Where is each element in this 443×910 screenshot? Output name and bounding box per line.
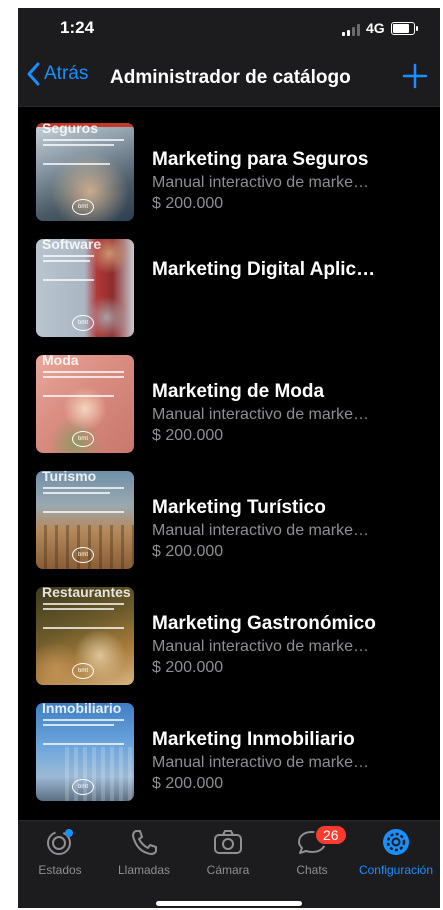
item-texts: Marketing Digital Aplic…: [152, 259, 432, 281]
item-texts: Marketing para Seguros Manual interactiv…: [152, 149, 432, 213]
thumb-title: Moda: [42, 355, 79, 368]
network-type: 4G: [366, 20, 385, 36]
catalog-item-moda[interactable]: Moda bmt Marketing de Moda Manual intera…: [18, 339, 440, 455]
item-description: Manual interactivo de marke…: [152, 406, 369, 423]
tab-camara[interactable]: Cámara: [186, 827, 270, 881]
tab-label: Configuración: [358, 863, 434, 877]
product-thumbnail: Software bmt: [36, 239, 134, 337]
home-indicator[interactable]: [156, 901, 302, 906]
tab-chats[interactable]: 26 Chats: [270, 824, 354, 881]
tab-llamadas[interactable]: Llamadas: [102, 827, 186, 881]
tab-configuracion[interactable]: Configuración: [354, 827, 438, 881]
item-texts: Marketing de Moda Manual interactivo de …: [152, 381, 432, 445]
item-name: Marketing Turístico: [152, 497, 326, 518]
item-name: Marketing Inmobiliario: [152, 729, 355, 750]
page-title: Administrador de catálogo: [110, 67, 351, 88]
item-description: Manual interactivo de marke…: [152, 754, 369, 771]
plus-icon[interactable]: [402, 63, 428, 89]
item-description: Manual interactivo de marke…: [152, 522, 369, 539]
back-label: Atrás: [44, 63, 89, 84]
product-thumbnail: Restaurantes bmt: [36, 587, 134, 685]
thumb-title: Turismo: [42, 471, 97, 484]
tab-label: Estados: [38, 863, 82, 877]
signal-icon: [342, 24, 362, 36]
item-name: Marketing para Seguros: [152, 149, 369, 170]
item-name: Marketing Gastronómico: [152, 613, 376, 634]
phone-icon: [132, 830, 157, 855]
bmt-logo: bmt: [72, 663, 94, 679]
thumb-title: Software: [42, 239, 102, 252]
gear-icon: [383, 829, 409, 855]
catalog-item-restaurantes[interactable]: Restaurantes bmt Marketing Gastronómico …: [18, 571, 440, 687]
item-price: $ 200.000: [152, 775, 224, 792]
camera-icon: [214, 830, 242, 854]
tab-bar: Estados Llamadas Cámara 26 Chats Configu…: [18, 820, 440, 908]
phone-screen: 1:24 4G Atrás Administrador de catálogo …: [18, 8, 440, 908]
item-texts: Marketing Turístico Manual interactivo d…: [152, 497, 432, 561]
thumb-title: Seguros: [42, 123, 99, 136]
item-description: Manual interactivo de marke…: [152, 174, 369, 191]
item-price: $ 200.000: [152, 659, 224, 676]
item-texts: Marketing Inmobiliario Manual interactiv…: [152, 729, 432, 793]
product-thumbnail: Seguros bmt: [36, 123, 134, 221]
status-ring-icon: [47, 829, 73, 855]
product-thumbnail: Inmobiliario bmt: [36, 703, 134, 801]
catalog-item-software[interactable]: Software bmt Marketing Digital Aplic…: [18, 223, 440, 339]
item-price: $ 200.000: [152, 427, 224, 444]
bmt-logo: bmt: [72, 315, 94, 331]
status-bar: 1:24 4G: [18, 8, 440, 50]
status-time: 1:24: [60, 18, 95, 37]
item-name: Marketing Digital Aplic…: [152, 259, 376, 280]
product-thumbnail: Moda bmt: [36, 355, 134, 453]
tab-estados[interactable]: Estados: [18, 827, 102, 881]
bmt-logo: bmt: [72, 547, 94, 563]
item-price: $ 200.000: [152, 195, 224, 212]
thumb-title: Inmobiliario: [42, 703, 122, 716]
catalog-list: Seguros bmt Marketing para Seguros Manua…: [18, 107, 440, 820]
item-price: $ 200.000: [152, 543, 224, 560]
battery-icon: [391, 22, 418, 35]
thumb-title: Restaurantes: [42, 587, 131, 600]
item-description: Manual interactivo de marke…: [152, 638, 369, 655]
bmt-logo: bmt: [72, 199, 94, 215]
item-name: Marketing de Moda: [152, 381, 325, 402]
bmt-logo: bmt: [72, 431, 94, 447]
chevron-left-icon: [27, 62, 40, 86]
tab-label: Llamadas: [117, 863, 171, 877]
catalog-item-inmobiliario[interactable]: Inmobiliario bmt Marketing Inmobiliario …: [18, 687, 440, 803]
nav-bar: Atrás Administrador de catálogo: [18, 50, 440, 107]
catalog-item-turismo[interactable]: Turismo bmt Marketing Turístico Manual i…: [18, 455, 440, 571]
catalog-item-seguros[interactable]: Seguros bmt Marketing para Seguros Manua…: [18, 107, 440, 223]
product-thumbnail: Turismo bmt: [36, 471, 134, 569]
tab-label: Cámara: [206, 863, 250, 877]
chats-badge: 26: [314, 824, 348, 846]
item-texts: Marketing Gastronómico Manual interactiv…: [152, 613, 432, 677]
back-button[interactable]: Atrás: [26, 62, 88, 86]
bmt-logo: bmt: [72, 779, 94, 795]
tab-label: Chats: [296, 863, 328, 877]
